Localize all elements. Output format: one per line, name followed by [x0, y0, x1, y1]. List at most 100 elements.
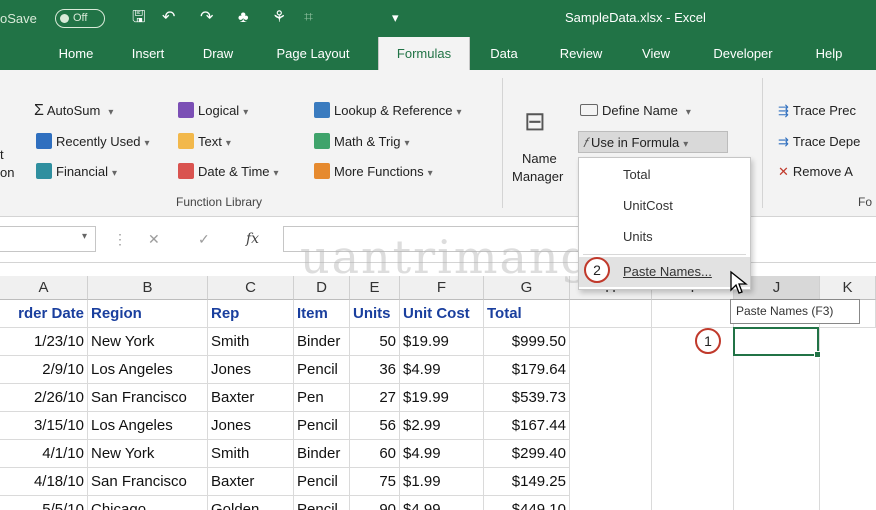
cell-units[interactable]: 90	[350, 496, 400, 510]
header-item[interactable]: Item	[294, 300, 350, 328]
cell-item[interactable]: Pencil	[294, 468, 350, 496]
tab-developer[interactable]: Developer	[702, 37, 784, 70]
cell-order-date[interactable]: 4/1/10	[0, 440, 88, 468]
paint-icon[interactable]: ♣	[238, 8, 249, 28]
cell-unit-cost[interactable]: $1.99	[400, 468, 484, 496]
cell-order-date[interactable]: 1/23/10	[0, 328, 88, 356]
cell-order-date[interactable]: 3/15/10	[0, 412, 88, 440]
tab-help[interactable]: Help	[808, 37, 850, 70]
cell-unit-cost[interactable]: $2.99	[400, 412, 484, 440]
cell-region[interactable]: San Francisco	[88, 384, 208, 412]
cell-total[interactable]: $167.44	[484, 412, 570, 440]
column-header-k[interactable]: K	[820, 276, 876, 300]
empty-cell[interactable]	[570, 300, 652, 328]
more-functions-button[interactable]: More Functions ▾	[314, 161, 433, 183]
column-header-c[interactable]: C	[208, 276, 294, 300]
cell-item[interactable]: Pencil	[294, 356, 350, 384]
name-box[interactable]: ▾	[0, 226, 96, 252]
tab-review[interactable]: Review	[552, 37, 610, 70]
cell-units[interactable]: 36	[350, 356, 400, 384]
redo-icon[interactable]: ↷	[200, 8, 213, 28]
autosum-button[interactable]: Σ AutoSum ▾	[34, 100, 113, 122]
cell-units[interactable]: 27	[350, 384, 400, 412]
text-button[interactable]: Text ▾	[178, 131, 231, 153]
cell-total[interactable]: $299.40	[484, 440, 570, 468]
header-order-date[interactable]: rder Date	[0, 300, 88, 328]
header-units[interactable]: Units	[350, 300, 400, 328]
undo-icon[interactable]: ↶	[162, 8, 175, 28]
cell-region[interactable]: San Francisco	[88, 468, 208, 496]
header-rep[interactable]: Rep	[208, 300, 294, 328]
autosave-toggle[interactable]: Off	[55, 9, 105, 28]
trace-precedents-button[interactable]: ⇶ Trace Prec	[778, 100, 856, 122]
lookup-reference-button[interactable]: Lookup & Reference ▾	[314, 100, 462, 122]
cell-units[interactable]: 75	[350, 468, 400, 496]
cell-total[interactable]: $999.50	[484, 328, 570, 356]
cell-total[interactable]: $449.10	[484, 496, 570, 510]
header-unit-cost[interactable]: Unit Cost	[400, 300, 484, 328]
cell-region[interactable]: New York	[88, 328, 208, 356]
cell-total[interactable]: $149.25	[484, 468, 570, 496]
tab-insert[interactable]: Insert	[124, 37, 172, 70]
cell-rep[interactable]: Jones	[208, 412, 294, 440]
column-header-b[interactable]: B	[88, 276, 208, 300]
cell-order-date[interactable]: 2/9/10	[0, 356, 88, 384]
tab-home[interactable]: Home	[52, 37, 100, 70]
cell-item[interactable]: Binder	[294, 328, 350, 356]
sort-icon[interactable]: ⚘	[272, 8, 286, 28]
logical-button[interactable]: Logical ▾	[178, 100, 248, 122]
menu-item-unitcost[interactable]: UnitCost	[579, 191, 750, 221]
cell-rep[interactable]: Baxter	[208, 468, 294, 496]
cell-item[interactable]: Pencil	[294, 496, 350, 510]
customize-qat-icon[interactable]: ▾	[392, 8, 399, 28]
cell-rep[interactable]: Baxter	[208, 384, 294, 412]
selected-cell[interactable]	[733, 327, 819, 356]
menu-item-total[interactable]: Total	[579, 160, 750, 190]
cell-units[interactable]: 56	[350, 412, 400, 440]
tab-formulas[interactable]: Formulas	[378, 37, 470, 70]
cell-unit-cost[interactable]: $19.99	[400, 328, 484, 356]
enter-icon[interactable]: ✓	[198, 231, 210, 248]
name-manager-button[interactable]: ⊟ Name Manager	[510, 100, 570, 190]
financial-button[interactable]: Financial ▾	[36, 161, 117, 183]
cell-region[interactable]: New York	[88, 440, 208, 468]
column-header-a[interactable]: A	[0, 276, 88, 300]
tab-draw[interactable]: Draw	[196, 37, 240, 70]
recently-used-button[interactable]: Recently Used ▾	[36, 131, 150, 153]
remove-arrows-button[interactable]: ✕ Remove A	[778, 161, 853, 183]
cell-item[interactable]: Pen	[294, 384, 350, 412]
define-name-button[interactable]: Define Name ▾	[580, 100, 691, 122]
cell-unit-cost[interactable]: $4.99	[400, 440, 484, 468]
cancel-icon[interactable]: ✕	[148, 231, 160, 248]
header-total[interactable]: Total	[484, 300, 570, 328]
cell-unit-cost[interactable]: $19.99	[400, 384, 484, 412]
menu-item-units[interactable]: Units	[579, 222, 750, 252]
save-icon[interactable]: 🖫	[132, 8, 146, 28]
cell-item[interactable]: Pencil	[294, 412, 350, 440]
cell-unit-cost[interactable]: $4.99	[400, 356, 484, 384]
tab-page-layout[interactable]: Page Layout	[264, 37, 362, 70]
cell-order-date[interactable]: 5/5/10	[0, 496, 88, 510]
cell-rep[interactable]: Golden	[208, 496, 294, 510]
cell-order-date[interactable]: 2/26/10	[0, 384, 88, 412]
cell-rep[interactable]: Jones	[208, 356, 294, 384]
use-in-formula-button[interactable]: 𝑓 Use in Formula ▾	[578, 131, 728, 153]
cell-unit-cost[interactable]: $4.99	[400, 496, 484, 510]
cell-units[interactable]: 50	[350, 328, 400, 356]
empty-cell[interactable]	[652, 300, 734, 328]
cell-item[interactable]: Binder	[294, 440, 350, 468]
cell-region[interactable]: Chicago	[88, 496, 208, 510]
filter-icon[interactable]: ⌗	[304, 8, 313, 28]
fill-handle[interactable]	[814, 351, 821, 358]
tab-view[interactable]: View	[634, 37, 678, 70]
cell-total[interactable]: $539.73	[484, 384, 570, 412]
tab-data[interactable]: Data	[484, 37, 524, 70]
cell-region[interactable]: Los Angeles	[88, 412, 208, 440]
cell-total[interactable]: $179.64	[484, 356, 570, 384]
trace-dependents-button[interactable]: ⇉ Trace Depe	[778, 131, 860, 153]
cell-units[interactable]: 60	[350, 440, 400, 468]
cell-rep[interactable]: Smith	[208, 440, 294, 468]
header-region[interactable]: Region	[88, 300, 208, 328]
math-trig-button[interactable]: Math & Trig ▾	[314, 131, 410, 153]
cell-region[interactable]: Los Angeles	[88, 356, 208, 384]
